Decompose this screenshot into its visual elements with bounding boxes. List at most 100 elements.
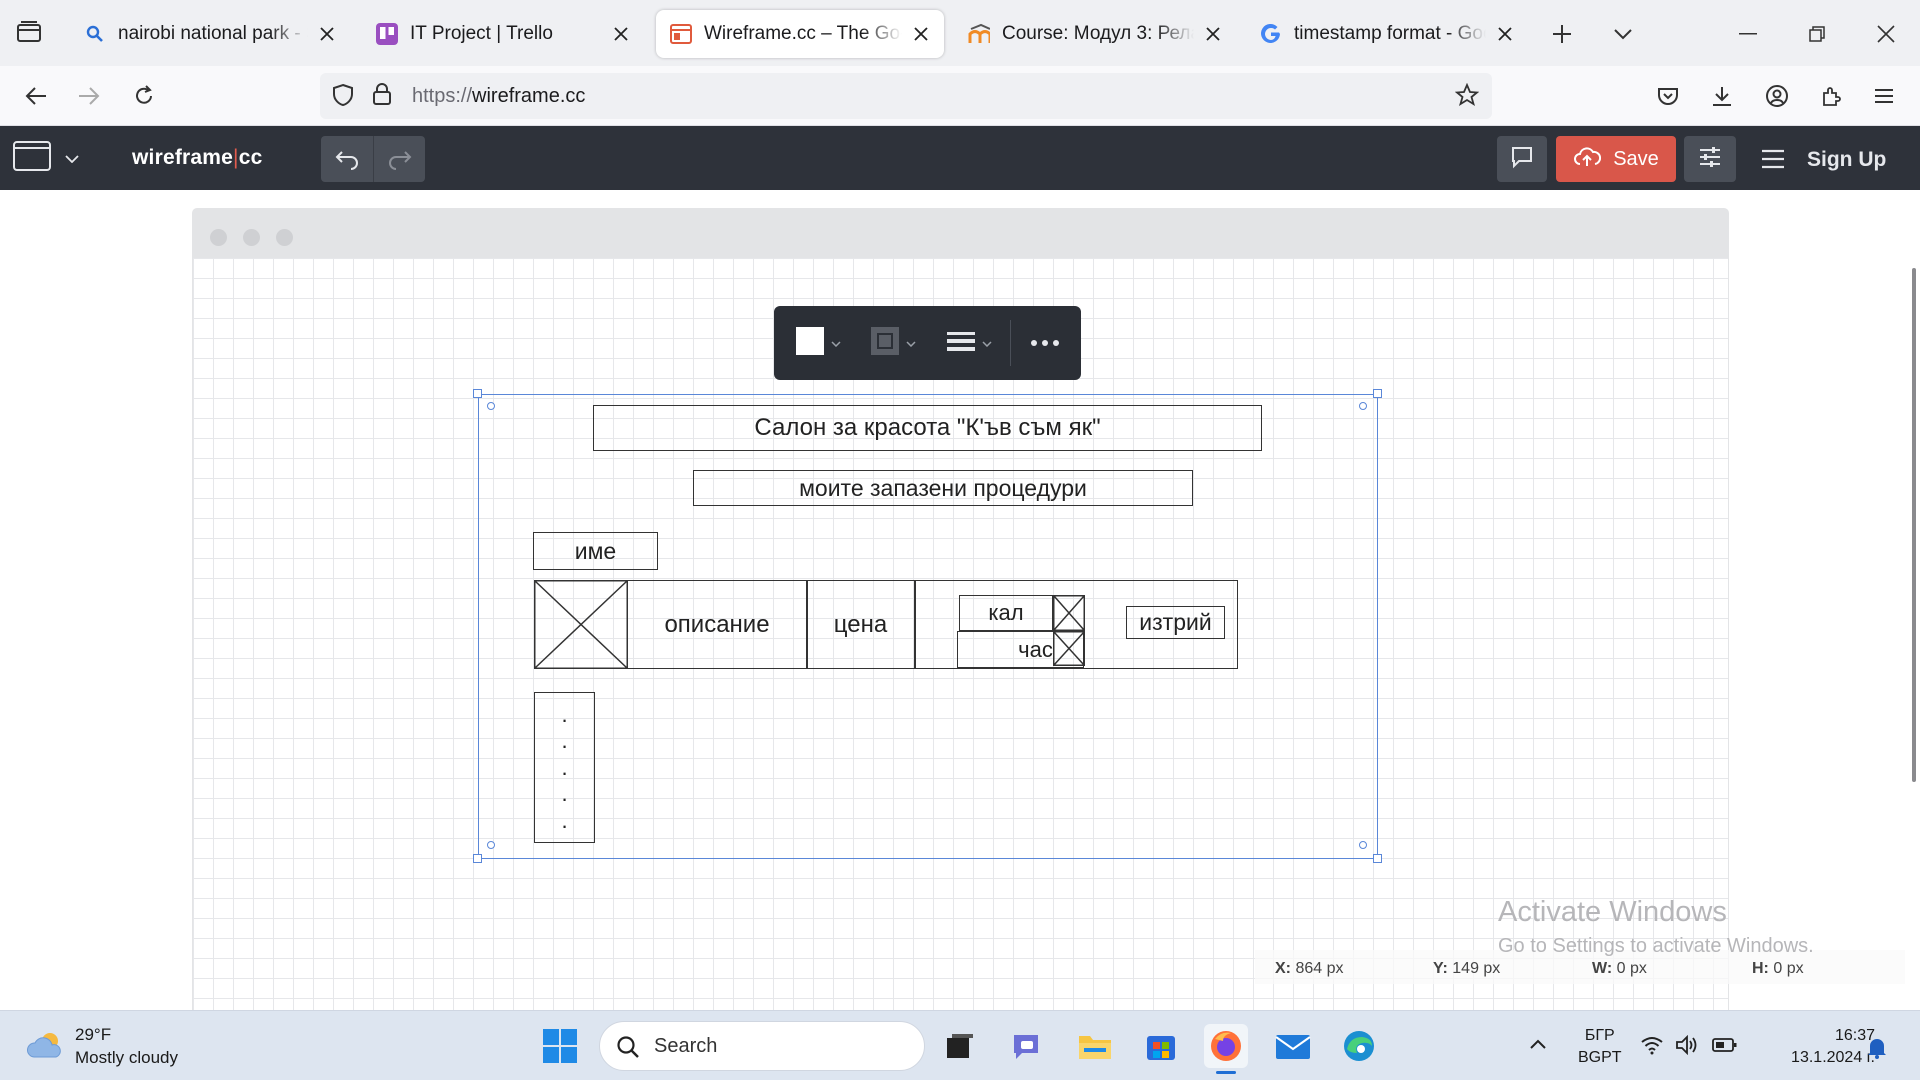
tab-moodle[interactable]: Course: Модул 3: Релаци bbox=[954, 10, 1236, 58]
wireframe-list-placeholder[interactable]: . . . . . bbox=[534, 692, 595, 843]
tab-title: timestamp format - Googl bbox=[1294, 23, 1486, 44]
chevron-up-icon[interactable] bbox=[1529, 1037, 1547, 1055]
weather-cloud-icon[interactable] bbox=[26, 1029, 66, 1066]
close-window-icon[interactable] bbox=[1871, 19, 1901, 49]
tab-search[interactable]: nairobi national park - Sea bbox=[70, 10, 350, 58]
tab-trello[interactable]: IT Project | Trello bbox=[362, 10, 644, 58]
undo-icon[interactable] bbox=[321, 136, 373, 182]
chevron-down-icon[interactable] bbox=[1608, 19, 1638, 49]
search-icon bbox=[84, 23, 106, 45]
close-icon[interactable] bbox=[314, 21, 340, 47]
chevron-down-icon bbox=[831, 334, 841, 352]
active-app-indicator bbox=[1216, 1071, 1236, 1074]
sign-up-link[interactable]: Sign Up bbox=[1807, 148, 1886, 172]
line-style-button[interactable] bbox=[946, 326, 992, 360]
weather-description[interactable]: Mostly cloudy bbox=[75, 1048, 178, 1068]
wireframe-delete-button[interactable]: изтрий bbox=[1126, 606, 1225, 639]
close-icon[interactable] bbox=[1492, 21, 1518, 47]
more-options-icon[interactable] bbox=[1030, 326, 1060, 360]
close-icon[interactable] bbox=[908, 21, 934, 47]
wireframe-hour-icon-placeholder[interactable] bbox=[1053, 631, 1085, 666]
tab-list-icon[interactable] bbox=[14, 19, 46, 47]
address-bar[interactable]: https://wireframe.cc bbox=[320, 73, 1492, 119]
forward-icon[interactable] bbox=[73, 80, 105, 112]
minimize-icon[interactable] bbox=[1733, 19, 1763, 49]
fill-color-icon bbox=[795, 326, 825, 361]
page-menu-button[interactable] bbox=[13, 140, 79, 177]
line-weight-icon bbox=[946, 329, 976, 358]
teams-chat-icon[interactable] bbox=[1006, 1024, 1050, 1068]
back-icon[interactable] bbox=[20, 80, 52, 112]
system-clock[interactable]: 16:37 13.1.2024 г. bbox=[1755, 1025, 1875, 1069]
download-icon[interactable] bbox=[1706, 80, 1738, 112]
tab-title: Wireframe.cc – The Go-to bbox=[704, 23, 902, 44]
wireframe-calendar-icon-placeholder[interactable] bbox=[1053, 595, 1085, 631]
new-tab-icon[interactable] bbox=[1547, 19, 1577, 49]
activate-windows-watermark: Activate Windows bbox=[1498, 896, 1727, 928]
border-style-button[interactable] bbox=[870, 326, 916, 360]
weather-temperature[interactable]: 29°F bbox=[75, 1025, 111, 1045]
save-label: Save bbox=[1613, 147, 1659, 170]
close-icon[interactable] bbox=[1200, 21, 1226, 47]
rotate-handle[interactable] bbox=[487, 841, 495, 849]
extensions-icon[interactable] bbox=[1815, 80, 1847, 112]
input-language-indicator[interactable]: БГР BGPT bbox=[1578, 1025, 1622, 1069]
file-explorer-icon[interactable] bbox=[1073, 1024, 1117, 1068]
chevron-down-icon bbox=[65, 150, 79, 168]
wireframe-title-box[interactable]: Салон за красота "К'ъв съм як" bbox=[593, 405, 1262, 451]
resize-handle-bottom-left[interactable] bbox=[473, 854, 482, 863]
wifi-icon[interactable] bbox=[1640, 1035, 1664, 1060]
rotate-handle[interactable] bbox=[1359, 841, 1367, 849]
resize-handle-top-right[interactable] bbox=[1373, 389, 1382, 398]
account-icon[interactable] bbox=[1761, 80, 1793, 112]
restore-icon[interactable] bbox=[1802, 19, 1832, 49]
rotate-handle[interactable] bbox=[487, 402, 495, 410]
app-logo[interactable]: wireframe|cc bbox=[132, 146, 262, 170]
wireframe-subtitle-box[interactable]: моите запазени процедури bbox=[693, 470, 1193, 506]
url-text: https://wireframe.cc bbox=[412, 85, 586, 107]
wireframe-description-label: описание bbox=[664, 610, 770, 638]
resize-handle-top-left[interactable] bbox=[473, 389, 482, 398]
settings-button[interactable] bbox=[1684, 136, 1736, 182]
menu-icon[interactable] bbox=[1868, 80, 1900, 112]
rotate-handle[interactable] bbox=[1359, 402, 1367, 410]
pocket-icon[interactable] bbox=[1652, 80, 1684, 112]
taskbar-search-box[interactable]: Search bbox=[599, 1021, 925, 1071]
mail-icon[interactable] bbox=[1271, 1024, 1315, 1068]
wireframe-calendar-field[interactable]: кал bbox=[959, 595, 1053, 631]
cloud-upload-icon bbox=[1573, 145, 1602, 173]
trello-icon bbox=[376, 23, 398, 45]
wireframe-name-box[interactable]: име bbox=[533, 532, 658, 570]
hamburger-menu-icon[interactable] bbox=[1756, 136, 1790, 182]
wireframe-cell-divider bbox=[914, 580, 916, 669]
volume-icon[interactable] bbox=[1675, 1034, 1699, 1060]
firefox-icon[interactable] bbox=[1204, 1024, 1248, 1074]
chevron-down-icon bbox=[982, 334, 992, 352]
tab-title: IT Project | Trello bbox=[410, 23, 553, 44]
wireframe-price-label: цена bbox=[833, 610, 888, 638]
comments-button[interactable] bbox=[1497, 136, 1547, 182]
resize-handle-bottom-right[interactable] bbox=[1373, 854, 1382, 863]
shield-icon[interactable] bbox=[332, 83, 354, 112]
notification-bell-icon[interactable] bbox=[1866, 1035, 1888, 1064]
page-scrollbar[interactable] bbox=[1912, 268, 1916, 782]
battery-icon[interactable] bbox=[1712, 1037, 1738, 1058]
fill-color-button[interactable] bbox=[795, 326, 841, 360]
task-view-icon[interactable] bbox=[938, 1024, 982, 1068]
close-icon[interactable] bbox=[608, 21, 634, 47]
lock-icon[interactable] bbox=[372, 82, 392, 111]
tab-title: nairobi national park - Sea bbox=[118, 23, 308, 44]
reload-icon[interactable] bbox=[128, 80, 160, 112]
tab-wireframe[interactable]: Wireframe.cc – The Go-to bbox=[656, 10, 944, 58]
windows-start-icon[interactable] bbox=[538, 1024, 582, 1068]
save-button[interactable]: Save bbox=[1556, 136, 1676, 182]
edge-icon[interactable] bbox=[1337, 1024, 1381, 1068]
redo-icon[interactable] bbox=[373, 136, 425, 182]
tab-google[interactable]: timestamp format - Googl bbox=[1246, 10, 1528, 58]
frame-dot bbox=[243, 229, 260, 246]
status-x: X: 864 px bbox=[1275, 960, 1344, 977]
microsoft-store-icon[interactable] bbox=[1139, 1024, 1183, 1068]
google-icon bbox=[1260, 23, 1282, 45]
wireframe-image-placeholder[interactable] bbox=[534, 580, 628, 669]
bookmark-star-icon[interactable] bbox=[1454, 82, 1480, 112]
